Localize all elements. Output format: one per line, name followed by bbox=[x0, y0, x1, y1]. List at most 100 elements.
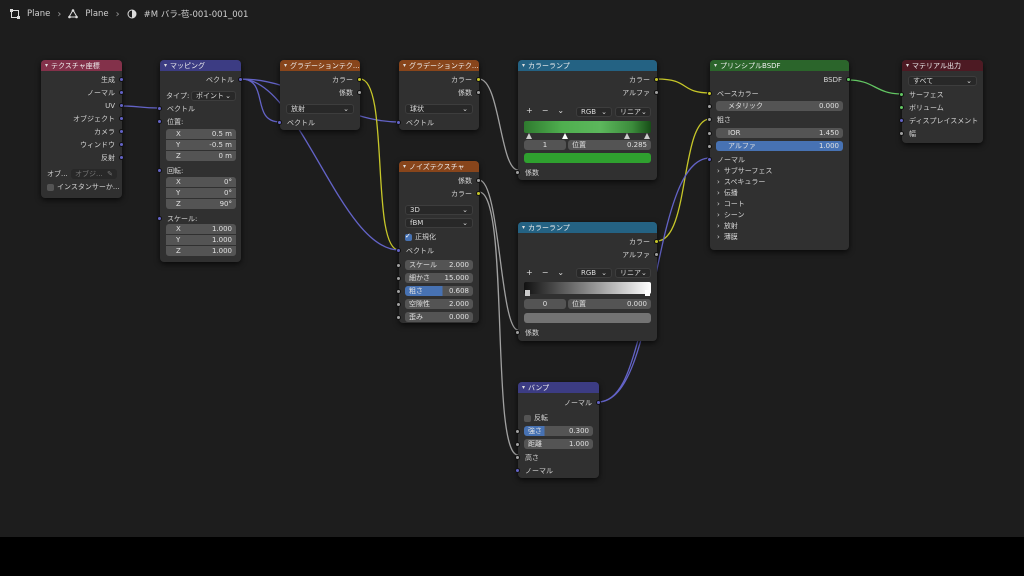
panel-emission[interactable]: › 放射 bbox=[717, 220, 738, 231]
node-header[interactable]: ▾ テクスチャ座標 bbox=[41, 60, 122, 71]
node-header[interactable]: ▾ カラーランプ bbox=[518, 60, 657, 71]
socket-dot[interactable] bbox=[899, 92, 904, 97]
node-gradient-texture-1[interactable]: ▾ グラデーションテク... カラー 係数 放射 ⌄ ベクトル bbox=[277, 60, 362, 130]
node-noise-texture[interactable]: ▾ノイズテクスチャ 係数 カラー 3D ⌄ fBM ⌄ 正規化 ベクトル スケール 2… bbox=[396, 161, 481, 323]
node-mapping[interactable]: ▾ マッピング ベクトル タイプ: ポイント ⌄ ベクトル 位置: X 0.5 m Y… bbox=[157, 60, 243, 262]
socket-dot[interactable] bbox=[396, 315, 401, 320]
socket-dot[interactable] bbox=[596, 400, 601, 405]
socket-dot[interactable] bbox=[119, 103, 124, 108]
socket-dot[interactable] bbox=[157, 168, 162, 173]
socket-dot[interactable] bbox=[707, 91, 712, 96]
node-color-ramp-2[interactable]: ▾ カラーランプ カラー アルファ + − ⌄ RGB ⌄ リニア ⌄ 0 位置 0.000… bbox=[515, 222, 659, 341]
target-dropdown[interactable]: すべて ⌄ bbox=[908, 76, 977, 86]
rotation-y[interactable]: Y 0° bbox=[166, 188, 236, 198]
node-material-output[interactable]: ▾ マテリアル出力 すべて ⌄ サーフェス ボリューム ディスプレイスメント 幅 bbox=[899, 60, 983, 143]
socket-dot[interactable] bbox=[654, 77, 659, 82]
collapse-icon[interactable]: ▾ bbox=[522, 384, 525, 391]
socket-dot[interactable] bbox=[707, 157, 712, 162]
node-header[interactable]: ▾ カラーランプ bbox=[518, 222, 657, 233]
socket-dot[interactable] bbox=[515, 468, 520, 473]
noise-type-dropdown[interactable]: fBM ⌄ bbox=[405, 218, 473, 228]
socket-dot[interactable] bbox=[238, 77, 243, 82]
socket-dot[interactable] bbox=[515, 170, 520, 175]
socket-dot[interactable] bbox=[277, 120, 282, 125]
ramp-stops[interactable] bbox=[524, 288, 651, 296]
gradient-type-dropdown[interactable]: 放射 ⌄ bbox=[286, 104, 354, 114]
panel-subsurface[interactable]: › サブサーフェス bbox=[717, 165, 772, 176]
collapse-icon[interactable]: ▾ bbox=[284, 62, 287, 69]
collapse-icon[interactable]: ▾ bbox=[403, 62, 406, 69]
color-mode-dropdown[interactable]: RGB ⌄ bbox=[576, 107, 612, 117]
socket-dot[interactable] bbox=[119, 77, 124, 82]
metallic-field[interactable]: メタリック 0.000 bbox=[716, 101, 843, 111]
socket-dot[interactable] bbox=[396, 263, 401, 268]
node-principled-bsdf[interactable]: ▾ プリンシプルBSDF BSDF ベースカラー メタリック 0.000 粗さ IO… bbox=[707, 60, 851, 250]
scale-y[interactable]: Y 1.000 bbox=[166, 235, 236, 245]
ramp-stops[interactable] bbox=[524, 133, 651, 139]
lacunarity-field[interactable]: 空隙性 2.000 bbox=[405, 299, 473, 309]
ior-field[interactable]: IOR 1.450 bbox=[716, 128, 843, 138]
stop-position-field[interactable]: 位置 0.285 bbox=[568, 140, 651, 150]
node-header[interactable]: ▾ マテリアル出力 bbox=[902, 60, 983, 71]
gradient-type-dropdown[interactable]: 球状 ⌄ bbox=[405, 104, 473, 114]
location-z[interactable]: Z 0 m bbox=[166, 151, 236, 161]
distance-field[interactable]: 距離 1.000 bbox=[524, 439, 593, 449]
chevron-down-icon[interactable]: ⌄ bbox=[557, 106, 564, 115]
chevron-down-icon[interactable]: ⌄ bbox=[557, 268, 564, 277]
socket-dot[interactable] bbox=[515, 442, 520, 447]
socket-dot[interactable] bbox=[119, 155, 124, 160]
type-dropdown[interactable]: ポイント ⌄ bbox=[191, 91, 236, 101]
socket-dot[interactable] bbox=[476, 178, 481, 183]
socket-dot[interactable] bbox=[357, 77, 362, 82]
collapse-icon[interactable]: ▾ bbox=[714, 62, 717, 69]
socket-dot[interactable] bbox=[515, 429, 520, 434]
node-texture-coordinate[interactable]: ▾ テクスチャ座標 生成 ノーマル UV オブジェクト カメラ ウィンドウ 反射 … bbox=[41, 60, 124, 198]
collapse-icon[interactable]: ▾ bbox=[164, 62, 167, 69]
dimensions-dropdown[interactable]: 3D ⌄ bbox=[405, 205, 473, 215]
socket-dot[interactable] bbox=[396, 289, 401, 294]
remove-stop-icon[interactable]: − bbox=[542, 268, 549, 277]
interpolation-dropdown[interactable]: リニア ⌄ bbox=[615, 268, 651, 278]
node-gradient-texture-2[interactable]: ▾ グラデーションテク... カラー 係数 球状 ⌄ ベクトル bbox=[396, 60, 481, 130]
stop-color-swatch[interactable] bbox=[524, 313, 651, 323]
socket-dot[interactable] bbox=[476, 191, 481, 196]
normalize-checkbox[interactable] bbox=[405, 232, 412, 241]
panel-specular[interactable]: › スペキュラー bbox=[717, 176, 765, 187]
collapse-icon[interactable]: ▾ bbox=[522, 224, 525, 231]
color-ramp-bar[interactable] bbox=[524, 121, 651, 133]
rotation-z[interactable]: Z 90° bbox=[166, 199, 236, 209]
collapse-icon[interactable]: ▾ bbox=[45, 62, 48, 69]
roughness-field[interactable]: 粗さ 0.608 bbox=[405, 286, 473, 296]
collapse-icon[interactable]: ▾ bbox=[906, 62, 909, 69]
socket-dot[interactable] bbox=[396, 120, 401, 125]
distortion-field[interactable]: 歪み 0.000 bbox=[405, 312, 473, 322]
node-editor[interactable]: Plane › Plane › #M バラ-苞-001-001_001 ▾ テクス… bbox=[0, 0, 1024, 537]
strength-field[interactable]: 強さ 0.300 bbox=[524, 426, 593, 436]
location-y[interactable]: Y -0.5 m bbox=[166, 140, 236, 150]
socket-dot[interactable] bbox=[119, 116, 124, 121]
node-header[interactable]: ▾ ノイズテクスチャ bbox=[399, 161, 479, 172]
socket-dot[interactable] bbox=[476, 90, 481, 95]
socket-dot[interactable] bbox=[119, 90, 124, 95]
socket-dot[interactable] bbox=[157, 119, 162, 124]
socket-dot[interactable] bbox=[707, 104, 712, 109]
node-header[interactable]: ▾ バンプ bbox=[518, 382, 599, 393]
add-stop-icon[interactable]: + bbox=[526, 106, 533, 115]
socket-dot[interactable] bbox=[846, 77, 851, 82]
node-header[interactable]: ▾ マッピング bbox=[160, 60, 241, 71]
socket-dot[interactable] bbox=[899, 105, 904, 110]
stop-index-field[interactable]: 0 bbox=[524, 299, 566, 309]
socket-dot[interactable] bbox=[707, 131, 712, 136]
stop-index-field[interactable]: 1 bbox=[524, 140, 566, 150]
interpolation-dropdown[interactable]: リニア ⌄ bbox=[615, 107, 651, 117]
scale-x[interactable]: X 1.000 bbox=[166, 224, 236, 234]
instancer-checkbox[interactable] bbox=[47, 184, 54, 191]
color-mode-dropdown[interactable]: RGB ⌄ bbox=[576, 268, 612, 278]
node-bump[interactable]: ▾ バンプ ノーマル 反転 強さ 0.300 距離 1.000 高さ ノーマル bbox=[515, 382, 601, 478]
alpha-field[interactable]: アルファ 1.000 bbox=[716, 141, 843, 151]
stop-position-field[interactable]: 位置 0.000 bbox=[568, 299, 651, 309]
rotation-x[interactable]: X 0° bbox=[166, 177, 236, 187]
panel-transmission[interactable]: › 伝播 bbox=[717, 187, 738, 198]
collapse-icon[interactable]: ▾ bbox=[403, 163, 406, 170]
panel-thin-film[interactable]: › 薄膜 bbox=[717, 231, 738, 242]
